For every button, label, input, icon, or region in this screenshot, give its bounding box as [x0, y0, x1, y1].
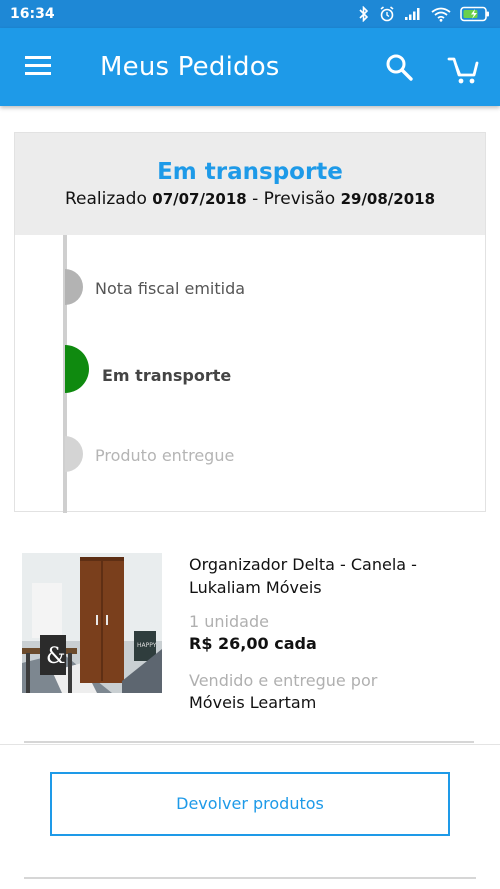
divider	[24, 741, 474, 743]
divider	[24, 877, 476, 879]
seller-name: Móveis Leartam	[189, 693, 317, 712]
return-products-button[interactable]: Devolver produtos	[50, 772, 450, 836]
seller-label: Vendido e entregue por	[189, 671, 378, 690]
divider	[0, 744, 500, 745]
menu-button[interactable]	[22, 53, 56, 81]
menu-icon	[25, 56, 51, 75]
signal-icon	[404, 7, 422, 21]
status-time: 16:34	[10, 6, 55, 22]
search-icon	[386, 54, 413, 81]
dates-separator: -	[246, 189, 264, 209]
cart-button[interactable]	[446, 54, 480, 86]
order-status-header: Em transporte Realizado 07/07/2018 - Pre…	[15, 133, 485, 235]
placed-date: 07/07/2018	[152, 190, 247, 208]
battery-charging-icon	[460, 6, 490, 22]
timeline-dot-done	[65, 269, 83, 305]
app-bar: Meus Pedidos	[0, 28, 500, 106]
timeline-dot-pending	[65, 436, 83, 472]
cart-icon	[447, 57, 479, 84]
product-price: R$ 26,00 cada	[189, 634, 317, 653]
svg-text:&: &	[46, 644, 66, 669]
forecast-prefix: Previsão	[263, 189, 336, 209]
wifi-icon	[431, 7, 451, 22]
order-status-title: Em transporte	[157, 159, 343, 185]
order-status-card: Em transporte Realizado 07/07/2018 - Pre…	[14, 132, 486, 513]
product-name[interactable]: Organizador Delta - Canela - Lukaliam Mó…	[189, 553, 479, 599]
search-button[interactable]	[383, 52, 415, 84]
order-dates: Realizado 07/07/2018 - Previsão 29/08/20…	[15, 189, 485, 209]
forecast-date: 29/08/2018	[340, 190, 436, 208]
placed-prefix: Realizado	[64, 189, 147, 209]
status-icons	[358, 6, 490, 22]
bluetooth-icon	[358, 6, 370, 22]
status-bar: 16:34	[0, 0, 500, 28]
alarm-icon	[379, 6, 395, 22]
page-title: Meus Pedidos	[100, 52, 280, 82]
product-image[interactable]: & HAPPY	[22, 553, 162, 693]
timeline-step-invoice: Nota fiscal emitida	[95, 279, 246, 298]
svg-text:HAPPY: HAPPY	[137, 642, 157, 649]
timeline-step-delivered: Produto entregue	[95, 446, 235, 465]
product-quantity: 1 unidade	[189, 612, 269, 631]
timeline-step-transport: Em transporte	[102, 366, 232, 385]
timeline-dot-current	[65, 345, 89, 393]
